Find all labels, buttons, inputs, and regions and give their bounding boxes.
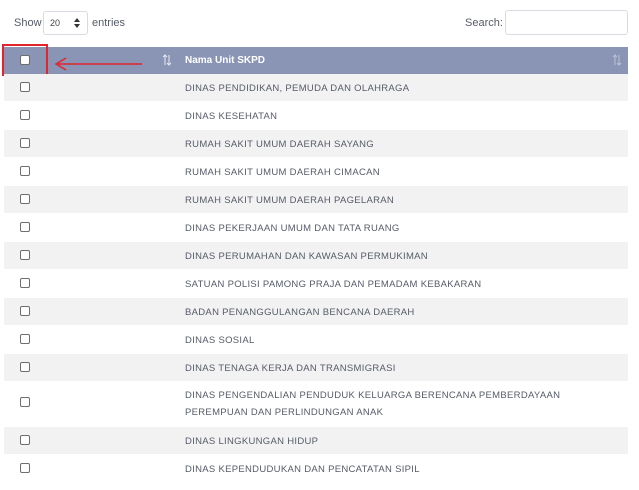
row-checkbox[interactable] <box>20 334 30 344</box>
unit-name-cell: DINAS PERUMAHAN DAN KAWASAN PERMUKIMAN <box>185 251 428 262</box>
row-checkbox[interactable] <box>20 166 30 176</box>
search-label: Search: <box>465 17 503 29</box>
annotation-highlight-box <box>2 44 48 76</box>
row-checkbox[interactable] <box>20 138 30 148</box>
unit-name-cell: RUMAH SAKIT UMUM DAERAH SAYANG <box>185 139 374 150</box>
page-length-select[interactable]: 20 <box>43 11 88 35</box>
table-row[interactable]: DINAS SOSIAL <box>4 326 628 354</box>
unit-name-cell: DINAS KESEHATAN <box>185 111 278 122</box>
row-checkbox[interactable] <box>20 306 30 316</box>
page-length-value: 20 <box>50 18 61 28</box>
row-checkbox[interactable] <box>20 194 30 204</box>
table-row[interactable]: DINAS KEPENDUDUKAN DAN PENCATATAN SIPIL <box>4 455 628 483</box>
row-checkbox[interactable] <box>20 463 30 473</box>
unit-name-cell: DINAS PENGENDALIAN PENDUDUK KELUARGA BER… <box>185 390 561 418</box>
table-row[interactable]: SATUAN POLISI PAMONG PRAJA DAN PEMADAM K… <box>4 270 628 298</box>
unit-name-cell: BADAN PENANGGULANGAN BENCANA DAERAH <box>185 307 415 318</box>
table-row[interactable]: DINAS LINGKUNGAN HIDUP <box>4 427 628 455</box>
table-row[interactable]: RUMAH SAKIT UMUM DAERAH CIMACAN <box>4 158 628 186</box>
row-checkbox[interactable] <box>20 222 30 232</box>
select-arrows-icon <box>74 18 80 28</box>
table-row[interactable]: DINAS TENAGA KERJA DAN TRANSMIGRASI <box>4 354 628 382</box>
unit-name-cell: DINAS SOSIAL <box>185 335 255 346</box>
entries-label: entries <box>92 17 126 29</box>
table-row[interactable]: RUMAH SAKIT UMUM DAERAH PAGELARAN <box>4 186 628 214</box>
search-input[interactable] <box>505 10 628 35</box>
unit-name-cell: RUMAH SAKIT UMUM DAERAH PAGELARAN <box>185 195 395 206</box>
row-checkbox[interactable] <box>20 362 30 372</box>
unit-name-cell: DINAS PENDIDIKAN, PEMUDA DAN OLAHRAGA <box>185 83 410 94</box>
unit-name-cell: RUMAH SAKIT UMUM DAERAH CIMACAN <box>185 167 380 178</box>
sort-arrows-icon[interactable] <box>162 54 172 66</box>
table-row[interactable]: BADAN PENANGGULANGAN BENCANA DAERAH <box>4 298 628 326</box>
table-toolbar: Show 20 entries Search: <box>0 0 639 46</box>
name-column-label: Nama Unit SKPD <box>185 55 266 66</box>
table-row[interactable]: DINAS PEKERJAAN UMUM DAN TATA RUANG <box>4 214 628 242</box>
annotation-arrow-icon <box>54 57 142 71</box>
unit-name-cell: DINAS TENAGA KERJA DAN TRANSMIGRASI <box>185 363 396 374</box>
row-checkbox[interactable] <box>20 110 30 120</box>
name-column-header[interactable]: Nama Unit SKPD <box>176 47 628 74</box>
show-label: Show <box>14 17 42 29</box>
table-row[interactable]: DINAS KESEHATAN <box>4 102 628 130</box>
unit-name-cell: SATUAN POLISI PAMONG PRAJA DAN PEMADAM K… <box>185 279 482 290</box>
row-checkbox[interactable] <box>20 278 30 288</box>
table-row[interactable]: DINAS PENGENDALIAN PENDUDUK KELUARGA BER… <box>4 382 628 427</box>
sort-arrows-icon[interactable] <box>612 54 622 66</box>
table-row[interactable]: DINAS PENDIDIKAN, PEMUDA DAN OLAHRAGA <box>4 74 628 102</box>
table-body: DINAS PENDIDIKAN, PEMUDA DAN OLAHRAGA DI… <box>4 74 628 483</box>
unit-name-cell: DINAS KEPENDUDUKAN DAN PENCATATAN SIPIL <box>185 464 420 475</box>
table-row[interactable]: RUMAH SAKIT UMUM DAERAH SAYANG <box>4 130 628 158</box>
row-checkbox[interactable] <box>20 250 30 260</box>
row-checkbox[interactable] <box>20 397 30 407</box>
row-checkbox[interactable] <box>20 435 30 445</box>
table-row[interactable]: DINAS PERUMAHAN DAN KAWASAN PERMUKIMAN <box>4 242 628 270</box>
unit-name-cell: DINAS LINGKUNGAN HIDUP <box>185 436 319 447</box>
unit-name-cell: DINAS PEKERJAAN UMUM DAN TATA RUANG <box>185 223 400 234</box>
row-checkbox[interactable] <box>20 82 30 92</box>
